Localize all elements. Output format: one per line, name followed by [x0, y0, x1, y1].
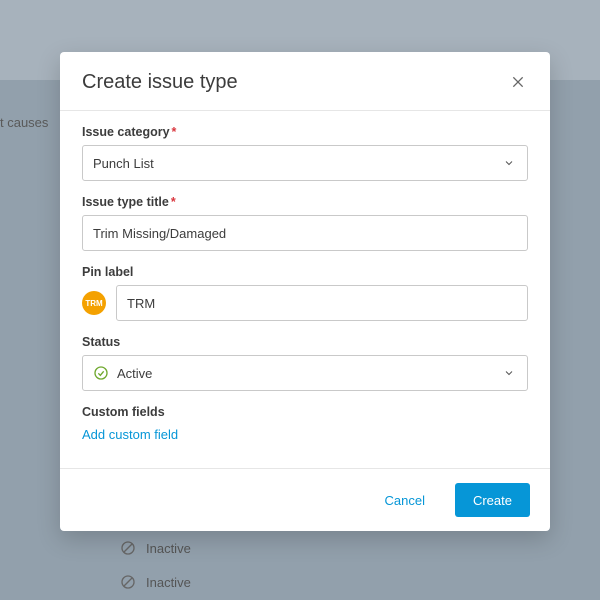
issue-title-label: Issue type title*	[82, 195, 528, 209]
pin-label-label: Pin label	[82, 265, 528, 279]
chevron-down-icon	[503, 367, 515, 379]
issue-category-value: Punch List	[93, 156, 503, 171]
issue-category-field: Issue category* Punch List	[82, 125, 528, 181]
pin-label-field: Pin label TRM	[82, 265, 528, 321]
pin-chip: TRM	[82, 291, 106, 315]
issue-category-select[interactable]: Punch List	[82, 145, 528, 181]
status-field: Status Active	[82, 335, 528, 391]
issue-title-field: Issue type title*	[82, 195, 528, 251]
close-button[interactable]	[506, 70, 530, 94]
inactive-icon	[120, 574, 136, 590]
modal-header: Create issue type	[60, 52, 550, 111]
issue-title-input[interactable]	[82, 215, 528, 251]
custom-fields-section: Custom fields Add custom field	[82, 405, 528, 442]
pin-label-input[interactable]	[116, 285, 528, 321]
add-custom-field-link[interactable]: Add custom field	[82, 427, 178, 442]
issue-category-label: Issue category*	[82, 125, 528, 139]
chevron-down-icon	[503, 157, 515, 169]
background-list: Inactive Inactive	[120, 522, 191, 590]
check-circle-icon	[93, 365, 109, 381]
close-icon	[510, 74, 526, 90]
cancel-button[interactable]: Cancel	[367, 483, 443, 517]
background-list-item: Inactive	[120, 574, 191, 590]
status-select[interactable]: Active	[82, 355, 528, 391]
background-label: t causes	[0, 115, 48, 130]
custom-fields-label: Custom fields	[82, 405, 528, 419]
modal-footer: Cancel Create	[60, 468, 550, 531]
modal-body: Issue category* Punch List Issue type ti…	[60, 111, 550, 460]
create-issue-type-modal: Create issue type Issue category* Punch …	[60, 52, 550, 531]
inactive-label: Inactive	[146, 575, 191, 590]
status-value: Active	[117, 366, 152, 381]
inactive-icon	[120, 540, 136, 556]
create-button[interactable]: Create	[455, 483, 530, 517]
modal-title: Create issue type	[82, 71, 238, 94]
status-label: Status	[82, 335, 528, 349]
inactive-label: Inactive	[146, 541, 191, 556]
background-list-item: Inactive	[120, 540, 191, 556]
